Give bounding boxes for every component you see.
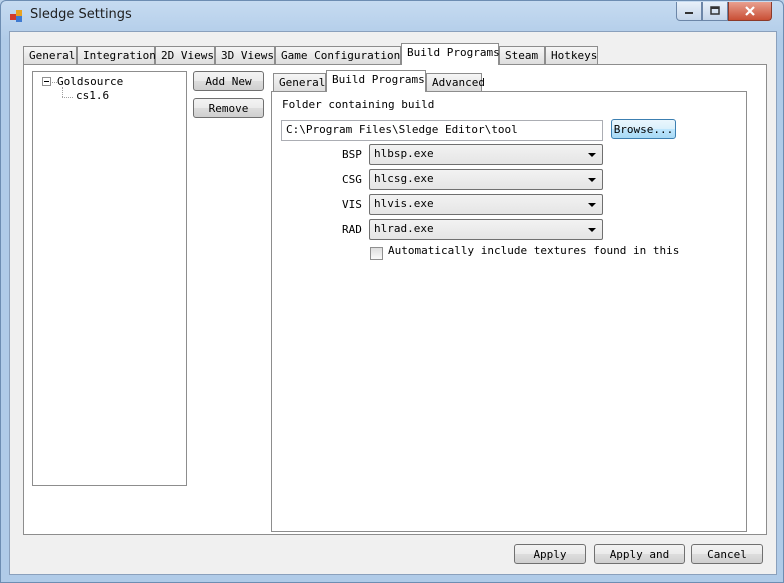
- tab-integration[interactable]: Integration: [77, 46, 156, 65]
- apply-and-close-button[interactable]: Apply and: [594, 544, 685, 564]
- csg-select[interactable]: hlcsg.exe: [369, 169, 603, 190]
- main-tab-panel: Goldsource cs1.6 Add New Remove General …: [23, 64, 767, 535]
- rad-select-value: hlrad.exe: [374, 222, 434, 235]
- tab-build-programs[interactable]: Build Programs: [401, 43, 500, 65]
- csg-label: CSG: [342, 173, 362, 186]
- bsp-label: BSP: [342, 148, 362, 161]
- tab-steam[interactable]: Steam: [499, 46, 545, 65]
- subtab-build-programs[interactable]: Build Programs: [326, 70, 426, 92]
- app-icon: [10, 10, 22, 22]
- subtab-general[interactable]: General: [273, 73, 326, 92]
- settings-window: Sledge Settings General Integration 2D V…: [0, 0, 784, 583]
- tab-3d-views[interactable]: 3D Views: [215, 46, 275, 65]
- title-bar[interactable]: Sledge Settings: [1, 1, 783, 31]
- rad-select[interactable]: hlrad.exe: [369, 219, 603, 240]
- chevron-down-icon: [588, 178, 596, 182]
- maximize-button[interactable]: [702, 2, 728, 21]
- chevron-down-icon: [588, 228, 596, 232]
- auto-textures-label: Automatically include textures found in …: [388, 244, 680, 257]
- remove-button[interactable]: Remove: [193, 98, 264, 118]
- add-new-button[interactable]: Add New: [193, 71, 264, 91]
- subtab-advanced[interactable]: Advanced: [426, 73, 485, 92]
- minimize-icon: [685, 12, 693, 14]
- rad-label: RAD: [342, 223, 362, 236]
- apply-button[interactable]: Apply: [514, 544, 586, 564]
- folder-label: Folder containing build: [282, 98, 435, 111]
- browse-button[interactable]: Browse...: [611, 119, 676, 139]
- build-folder-input[interactable]: C:\Program Files\Sledge Editor\tool: [281, 120, 603, 141]
- build-programs-panel: Folder containing build C:\Program Files…: [271, 91, 747, 532]
- tab-game-configurations[interactable]: Game Configurations: [275, 46, 407, 65]
- window-client-area: General Integration 2D Views 3D Views Ga…: [9, 31, 777, 575]
- bsp-select[interactable]: hlbsp.exe: [369, 144, 603, 165]
- bsp-select-value: hlbsp.exe: [374, 147, 434, 160]
- vis-label: VIS: [342, 198, 362, 211]
- tree-line: [62, 87, 63, 97]
- close-button[interactable]: [728, 2, 772, 21]
- auto-textures-checkbox[interactable]: [370, 247, 383, 260]
- window-title: Sledge Settings: [30, 7, 132, 22]
- vis-select-value: hlvis.exe: [374, 197, 434, 210]
- collapse-icon[interactable]: [42, 77, 51, 86]
- tree-item-goldsource[interactable]: Goldsource: [57, 75, 123, 88]
- tab-general[interactable]: General: [23, 46, 77, 65]
- close-icon: [745, 6, 755, 16]
- minimize-button[interactable]: [676, 2, 702, 21]
- tree-item-cs16[interactable]: cs1.6: [76, 89, 109, 102]
- tab-2d-views[interactable]: 2D Views: [155, 46, 215, 65]
- tab-hotkeys[interactable]: Hotkeys: [545, 46, 598, 65]
- chevron-down-icon: [588, 203, 596, 207]
- vis-select[interactable]: hlvis.exe: [369, 194, 603, 215]
- chevron-down-icon: [588, 153, 596, 157]
- maximize-icon: [710, 6, 720, 15]
- tree-line: [62, 97, 73, 98]
- game-tree[interactable]: Goldsource cs1.6: [32, 71, 187, 486]
- csg-select-value: hlcsg.exe: [374, 172, 434, 185]
- cancel-button[interactable]: Cancel: [691, 544, 763, 564]
